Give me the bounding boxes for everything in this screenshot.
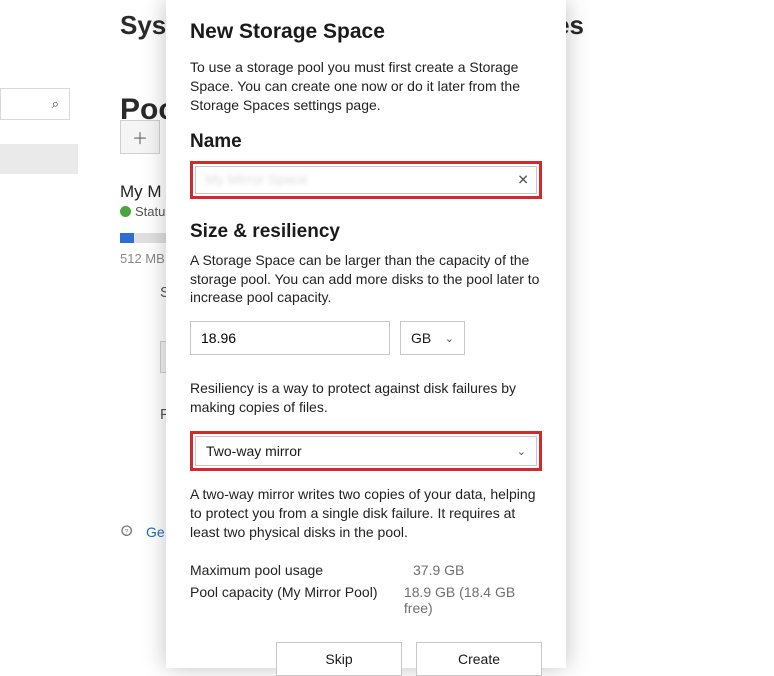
plus-icon: ＋ [132, 125, 148, 149]
pool-size: 512 MB [120, 251, 165, 266]
clear-icon[interactable]: ✕ [517, 171, 529, 188]
unit-select[interactable]: GB ⌄ [400, 321, 465, 355]
dialog-intro: To use a storage pool you must first cre… [190, 58, 542, 115]
size-input[interactable] [190, 321, 390, 355]
new-storage-space-dialog: New Storage Space To use a storage pool … [166, 0, 566, 668]
help-icon: ? [120, 524, 136, 540]
pool-capacity-value: 18.9 GB (18.4 GB free) [404, 584, 542, 616]
pool-status: Statu [120, 204, 165, 219]
svg-text:?: ? [125, 528, 129, 535]
status-ok-icon [120, 206, 131, 217]
skip-button[interactable]: Skip [276, 642, 402, 676]
resiliency-select[interactable]: Two-way mirror ⌄ [195, 436, 537, 466]
max-usage-row: Maximum pool usage 37.9 GB [190, 562, 542, 578]
resiliency-desc: Resiliency is a way to protect against d… [190, 379, 542, 417]
name-label: Name [190, 131, 542, 153]
pool-capacity-row: Pool capacity (My Mirror Pool) 18.9 GB (… [190, 584, 542, 616]
search-input[interactable]: ⌕ [0, 88, 70, 120]
resiliency-highlight: Two-way mirror ⌄ [190, 431, 542, 471]
usage-bar [120, 233, 170, 243]
size-label: Size & resiliency [190, 221, 542, 243]
sidebar-item[interactable] [0, 144, 78, 174]
dialog-title: New Storage Space [190, 20, 542, 44]
chevron-down-icon: ⌄ [445, 332, 454, 345]
max-usage-label: Maximum pool usage [190, 562, 413, 578]
help-link[interactable]: ? Ge [120, 524, 165, 540]
create-button[interactable]: Create [416, 642, 542, 676]
max-usage-value: 37.9 GB [413, 562, 464, 578]
resiliency-explain: A two-way mirror writes two copies of yo… [190, 485, 542, 542]
usage-bar-fill [120, 233, 134, 243]
chevron-down-icon: ⌄ [517, 445, 526, 458]
pool-capacity-label: Pool capacity (My Mirror Pool) [190, 584, 404, 616]
name-value-blurred: My Mirror Space [201, 171, 308, 187]
pool-name: My M [120, 182, 162, 202]
name-highlight: My Mirror Space ✕ [190, 161, 542, 199]
add-pool-button[interactable]: ＋ [120, 120, 160, 154]
size-desc: A Storage Space can be larger than the c… [190, 251, 542, 308]
unit-value: GB [411, 330, 431, 346]
resiliency-value: Two-way mirror [206, 443, 302, 459]
search-icon: ⌕ [52, 96, 59, 112]
